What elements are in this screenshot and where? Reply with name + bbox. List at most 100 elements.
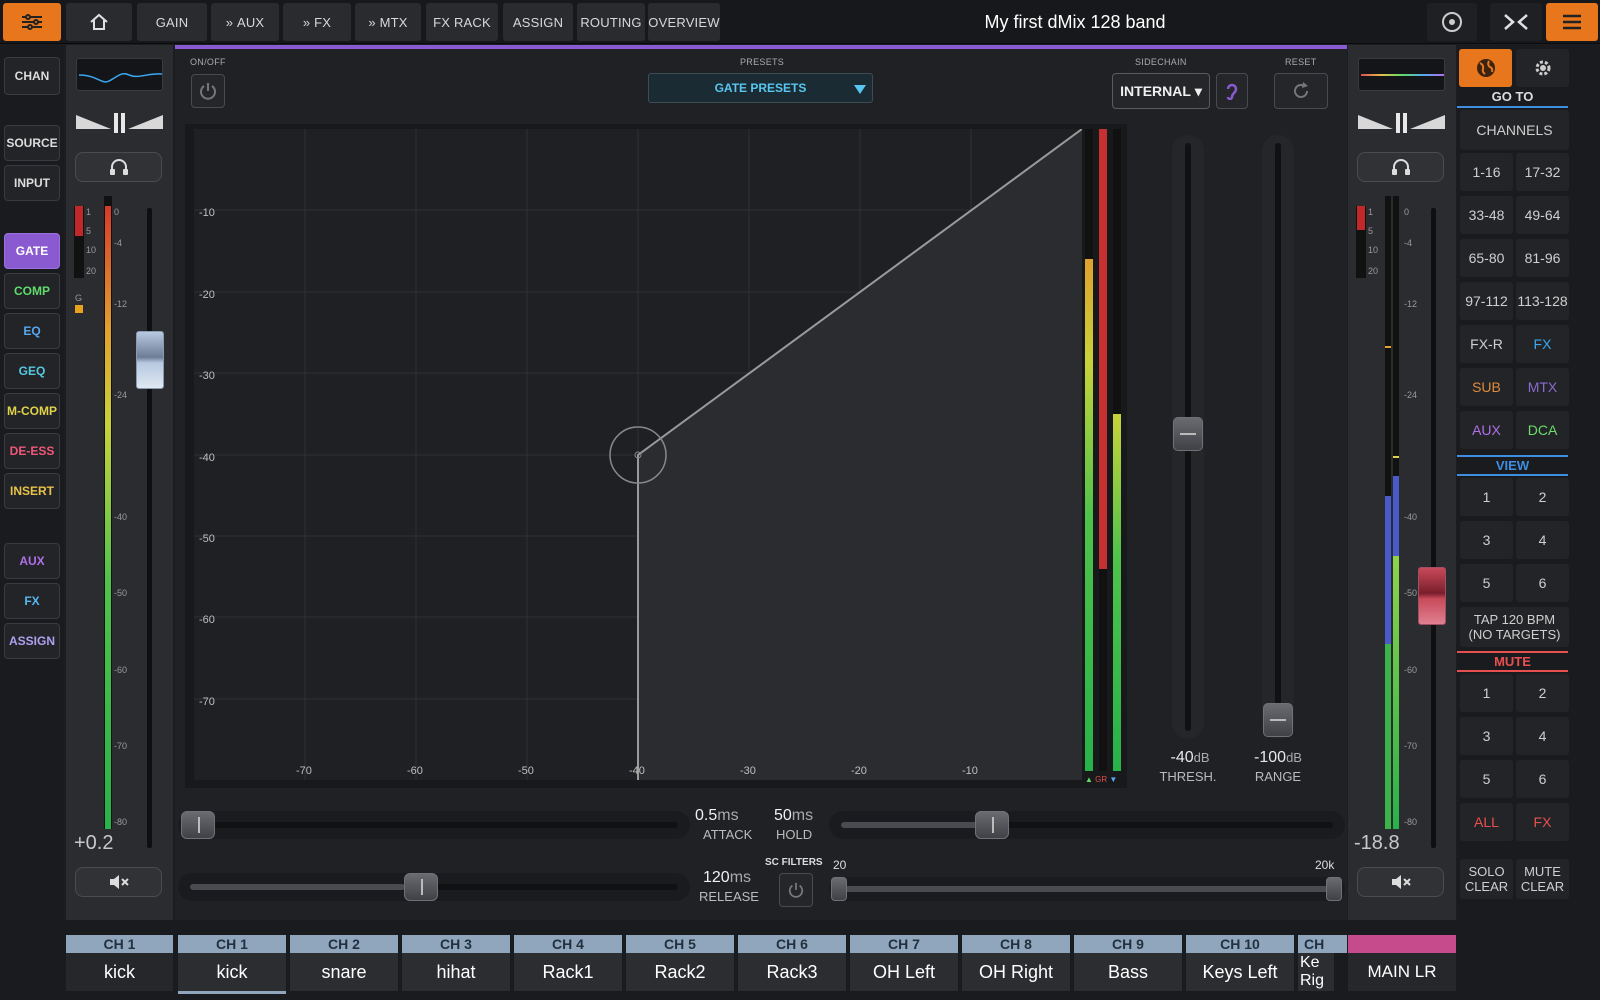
view-button[interactable]: 6 — [1516, 564, 1569, 602]
channel-tab[interactable]: CH 6 Rack3 — [738, 935, 846, 991]
channel-tab[interactable]: CH 9 Bass — [1074, 935, 1182, 991]
pan-control[interactable] — [76, 113, 163, 133]
hold-slider[interactable] — [829, 811, 1345, 839]
mute-button[interactable] — [75, 867, 162, 897]
range-button[interactable]: 1-16 — [1460, 153, 1513, 191]
gate-power-button[interactable] — [191, 74, 225, 108]
channel-tab[interactable]: CH 3 hihat — [402, 935, 510, 991]
attack-slider[interactable] — [178, 811, 690, 839]
hold-knob[interactable] — [975, 811, 1009, 839]
threshold-fader-knob[interactable] — [1173, 417, 1203, 451]
mute-group-button[interactable]: 6 — [1516, 760, 1569, 798]
view-button[interactable]: 2 — [1516, 478, 1569, 516]
mute-group-button[interactable]: 2 — [1516, 674, 1569, 712]
chan-button[interactable]: CHAN — [4, 57, 60, 95]
mute-button[interactable] — [1357, 867, 1444, 897]
range-button[interactable]: 81-96 — [1516, 239, 1569, 277]
channel-tab[interactable]: CH 1 kick — [178, 935, 286, 994]
view-button[interactable]: 1 — [1460, 478, 1513, 516]
channel-tab[interactable]: CH 7 OH Left — [850, 935, 958, 991]
tab-overview[interactable]: OVERVIEW — [648, 3, 720, 41]
range-fader-knob[interactable] — [1263, 703, 1293, 737]
mute-group-button[interactable]: 5 — [1460, 760, 1513, 798]
main-fader[interactable] — [1418, 567, 1446, 625]
channels-button[interactable]: CHANNELS — [1460, 110, 1569, 150]
tab-gain[interactable]: GAIN — [137, 3, 207, 41]
eq-thumbnail[interactable] — [1358, 58, 1445, 91]
deess-button[interactable]: DE-ESS — [4, 433, 60, 469]
tap-tempo-button[interactable]: TAP 120 BPM (NO TARGETS) — [1460, 607, 1569, 647]
selected-channel-tab[interactable]: CH 1 kick — [66, 935, 173, 991]
main-lr-tab[interactable]: MAIN LR — [1348, 935, 1456, 991]
comp-button[interactable]: COMP — [4, 273, 60, 309]
globe-button[interactable] — [1459, 49, 1512, 87]
sc-low-knob[interactable] — [831, 877, 847, 901]
range-button[interactable]: 17-32 — [1516, 153, 1569, 191]
channel-tab[interactable]: CH 4 Rack1 — [514, 935, 622, 991]
aux-button[interactable]: AUX — [4, 543, 60, 579]
sc-high-knob[interactable] — [1326, 877, 1342, 901]
channel-fader[interactable] — [136, 331, 164, 389]
solo-button[interactable] — [75, 152, 162, 182]
tab-aux[interactable]: » AUX — [211, 3, 279, 41]
collapse-button[interactable] — [1490, 3, 1542, 41]
mute-all-button[interactable]: ALL — [1460, 803, 1513, 841]
mute-clear-button[interactable]: MUTE CLEAR — [1516, 859, 1569, 899]
fx-return-button[interactable]: FX-R — [1460, 325, 1513, 363]
range-button[interactable]: 97-112 — [1460, 282, 1513, 320]
tab-mtx[interactable]: » MTX — [355, 3, 421, 41]
view-button[interactable]: 4 — [1516, 521, 1569, 559]
settings-sliders-button[interactable] — [3, 3, 61, 41]
geq-button[interactable]: GEQ — [4, 353, 60, 389]
gate-button[interactable]: GATE — [4, 233, 60, 269]
range-button[interactable]: 65-80 — [1460, 239, 1513, 277]
gate-transfer-graph[interactable] — [194, 129, 1082, 780]
sidechain-listen-button[interactable] — [1216, 73, 1248, 109]
mute-fx-button[interactable]: FX — [1516, 803, 1569, 841]
release-slider[interactable] — [178, 873, 690, 901]
mcomp-button[interactable]: M-COMP — [4, 393, 60, 429]
fx-button[interactable]: FX — [4, 583, 60, 619]
assign-button[interactable]: ASSIGN — [4, 623, 60, 659]
aux-group-button[interactable]: AUX — [1460, 411, 1513, 449]
eq-thumbnail[interactable] — [76, 58, 163, 91]
presets-dropdown[interactable]: GATE PRESETS — [648, 73, 873, 103]
eq-button[interactable]: EQ — [4, 313, 60, 349]
mute-group-button[interactable]: 1 — [1460, 674, 1513, 712]
solo-clear-button[interactable]: SOLO CLEAR — [1460, 859, 1513, 899]
channel-tab[interactable]: CH 2 snare — [290, 935, 398, 991]
range-button[interactable]: 49-64 — [1516, 196, 1569, 234]
release-knob[interactable] — [404, 873, 438, 901]
channel-tab[interactable]: CH 5 Rack2 — [626, 935, 734, 991]
tab-fx[interactable]: » FX — [283, 3, 351, 41]
sidechain-dropdown[interactable]: INTERNAL ▾ — [1112, 73, 1210, 109]
view-button[interactable]: 3 — [1460, 521, 1513, 559]
solo-button[interactable] — [1357, 152, 1444, 182]
pan-control[interactable] — [1358, 113, 1445, 133]
fx-group-button[interactable]: FX — [1516, 325, 1569, 363]
range-button[interactable]: 113-128 — [1516, 282, 1569, 320]
channel-tab[interactable]: CH 8 OH Right — [962, 935, 1070, 991]
mute-group-button[interactable]: 3 — [1460, 717, 1513, 755]
tab-routing[interactable]: ROUTING — [577, 3, 645, 41]
channel-tab[interactable]: CH 10 Keys Left — [1186, 935, 1294, 991]
target-button[interactable] — [1427, 3, 1477, 41]
mtx-button[interactable]: MTX — [1516, 368, 1569, 406]
sub-button[interactable]: SUB — [1460, 368, 1513, 406]
input-button[interactable]: INPUT — [4, 165, 60, 201]
range-button[interactable]: 33-48 — [1460, 196, 1513, 234]
insert-button[interactable]: INSERT — [4, 473, 60, 509]
home-button[interactable] — [66, 3, 132, 41]
tab-assign[interactable]: ASSIGN — [503, 3, 573, 41]
sc-filters-power-button[interactable] — [779, 873, 813, 907]
tab-fx-rack[interactable]: FX RACK — [426, 3, 498, 41]
sc-filter-range-slider[interactable] — [829, 877, 1345, 901]
reset-button[interactable] — [1274, 73, 1328, 109]
settings-button[interactable] — [1516, 49, 1569, 87]
channel-tab[interactable]: CH Ke Rig — [1298, 935, 1347, 991]
dca-button[interactable]: DCA — [1516, 411, 1569, 449]
attack-knob[interactable] — [181, 811, 215, 839]
menu-button[interactable] — [1546, 3, 1598, 41]
view-button[interactable]: 5 — [1460, 564, 1513, 602]
source-button[interactable]: SOURCE — [4, 125, 60, 161]
